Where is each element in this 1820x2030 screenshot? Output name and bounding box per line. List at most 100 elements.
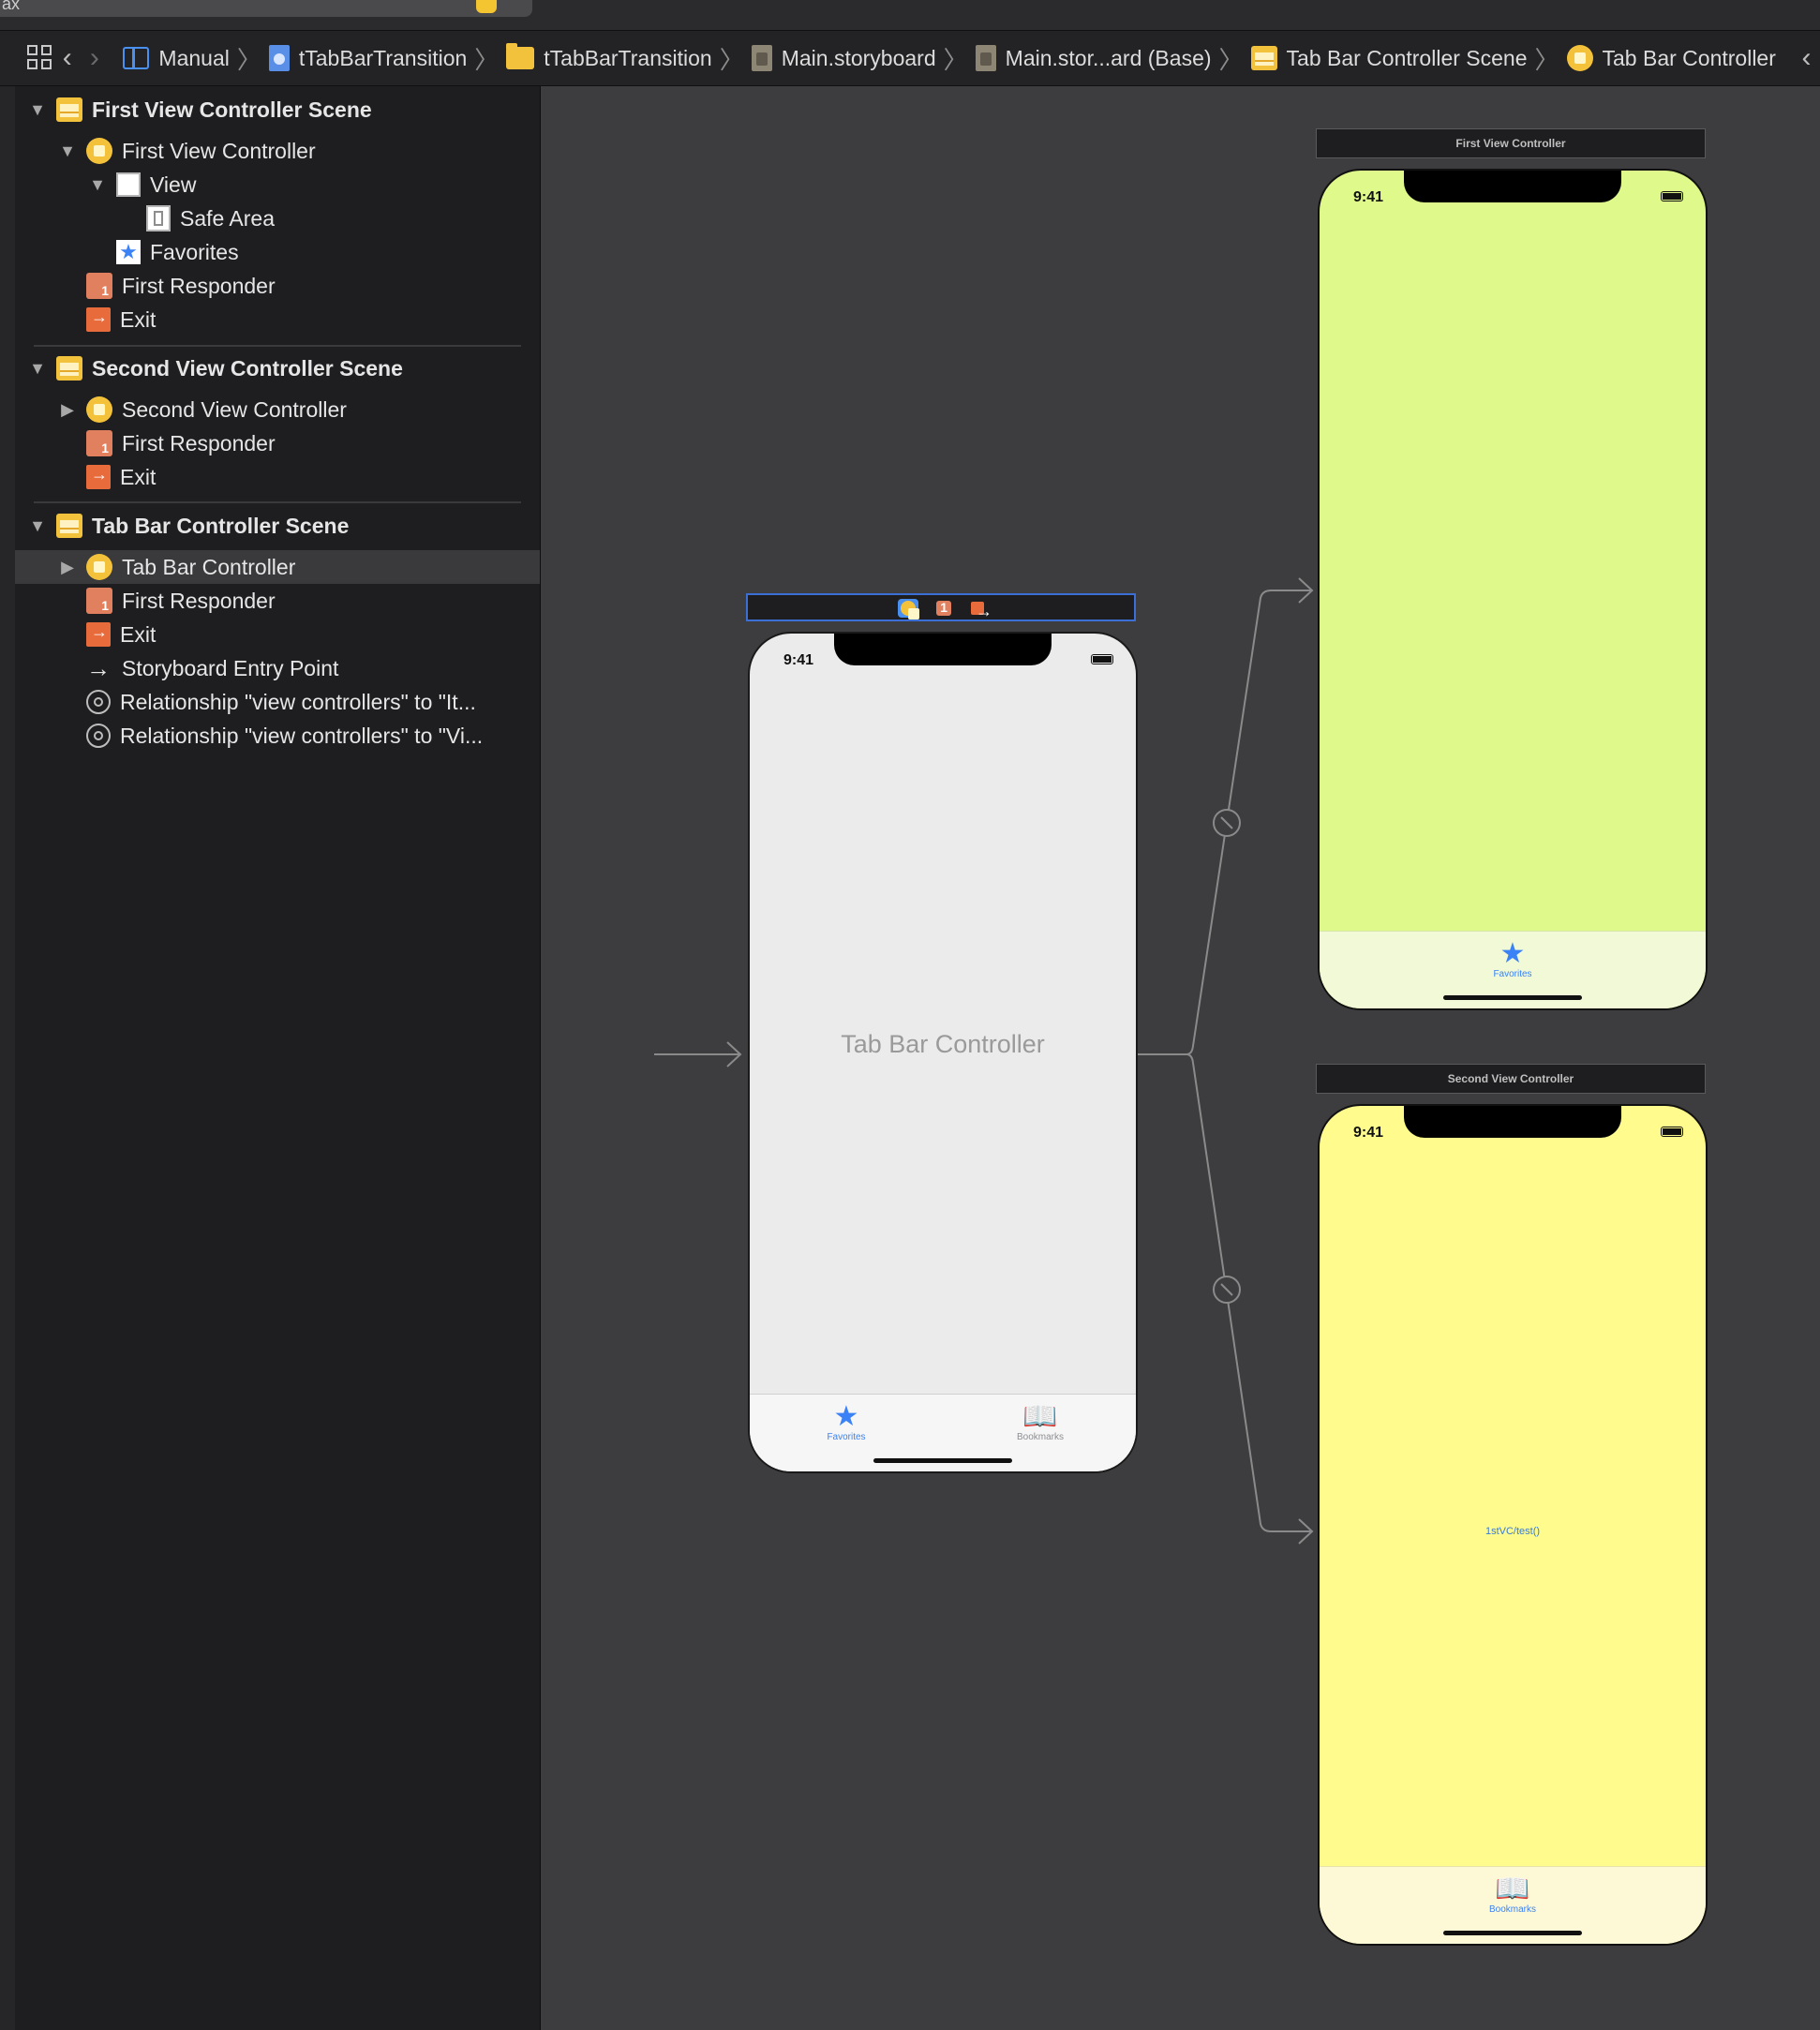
book-icon: 📖 bbox=[1022, 1401, 1058, 1432]
outline-item-favorites[interactable]: ★ Favorites bbox=[15, 235, 540, 269]
outline-item-first-vc[interactable]: ▼ First View Controller bbox=[15, 134, 540, 168]
chevron-left-icon: ‹ bbox=[1801, 42, 1812, 73]
disclosure-closed-icon[interactable]: ▶ bbox=[58, 400, 77, 420]
tab-bar: ★ Favorites 📖 Bookmarks bbox=[750, 1394, 1136, 1471]
disclosure-open-icon[interactable]: ▼ bbox=[88, 175, 107, 195]
safe-area-icon bbox=[146, 205, 171, 231]
jump-bar-back-button[interactable]: ‹ bbox=[1793, 39, 1820, 77]
scene-icon bbox=[56, 356, 82, 381]
document-outline: ▼ First View Controller Scene ▼ First Vi… bbox=[15, 86, 541, 2030]
star-icon: ★ bbox=[1499, 938, 1526, 969]
outline-item-entry-point[interactable]: → Storyboard Entry Point bbox=[15, 651, 540, 685]
scene-icon bbox=[56, 514, 82, 538]
relationship-icon bbox=[86, 724, 111, 748]
outline-label: Tab Bar Controller bbox=[122, 554, 296, 579]
disclosure-open-icon[interactable]: ▼ bbox=[28, 516, 47, 536]
storyboard-file-icon bbox=[975, 45, 996, 71]
book-icon: 📖 bbox=[1495, 1873, 1530, 1904]
star-icon: ★ bbox=[116, 240, 141, 264]
outline-label: First View Controller bbox=[122, 138, 316, 163]
related-items-button[interactable] bbox=[26, 39, 53, 77]
disclosure-open-icon[interactable]: ▼ bbox=[28, 100, 47, 120]
breadcrumb-separator: 〉 bbox=[474, 45, 500, 74]
tabbar-controller-device[interactable]: 9:41 Tab Bar Controller ★ Favorites 📖 Bo… bbox=[748, 632, 1138, 1473]
outline-label: Relationship "view controllers" to "Vi..… bbox=[120, 723, 484, 748]
relationship-icon bbox=[86, 690, 111, 714]
outline-item-exit[interactable]: Exit bbox=[15, 618, 540, 651]
disclosure-closed-icon[interactable]: ▶ bbox=[58, 558, 77, 577]
tab-label: Favorites bbox=[827, 1432, 866, 1442]
outline-scene-second[interactable]: ▼ Second View Controller Scene bbox=[15, 351, 540, 385]
outline-item-first-responder[interactable]: First Responder bbox=[15, 584, 540, 618]
breadcrumb-scene[interactable]: Tab Bar Controller Scene bbox=[1246, 46, 1533, 71]
tab-bookmarks[interactable]: 📖 Bookmarks bbox=[984, 1401, 1096, 1443]
outline-label: View bbox=[150, 172, 197, 197]
outline-label: First Responder bbox=[122, 588, 276, 613]
disclosure-open-icon[interactable]: ▼ bbox=[28, 359, 47, 379]
entry-arrow bbox=[654, 1041, 742, 1067]
first-responder-icon[interactable] bbox=[933, 599, 954, 618]
breadcrumb-label: Tab Bar Controller bbox=[1602, 45, 1776, 70]
outline-item-first-responder[interactable]: First Responder bbox=[15, 426, 540, 460]
scene-icon bbox=[1250, 46, 1277, 70]
outline-item-first-responder[interactable]: First Responder bbox=[15, 269, 540, 303]
battery-icon bbox=[1661, 1127, 1683, 1137]
arrow-right-icon: → bbox=[86, 654, 111, 682]
breadcrumb-label: tTabBarTransition bbox=[298, 45, 468, 70]
navigator-gutter bbox=[0, 86, 16, 2030]
outline-item-exit[interactable]: Exit bbox=[15, 460, 540, 494]
breadcrumb-folder[interactable]: tTabBarTransition bbox=[500, 43, 717, 71]
breadcrumb-storyboard-base[interactable]: Main.stor...ard (Base) bbox=[970, 45, 1217, 71]
outline-scene-tabbar[interactable]: ▼ Tab Bar Controller Scene bbox=[15, 509, 540, 543]
tab-favorites[interactable]: ★ Favorites bbox=[790, 1402, 903, 1443]
breadcrumb-label: Main.stor...ard (Base) bbox=[1005, 45, 1212, 70]
storyboard-canvas[interactable]: 9:41 Tab Bar Controller ★ Favorites 📖 Bo… bbox=[542, 86, 1820, 2030]
window-tab-strip: ax bbox=[0, 0, 1820, 30]
view-controller-icon[interactable] bbox=[898, 599, 919, 619]
forward-button[interactable]: › bbox=[81, 39, 108, 77]
folder-icon bbox=[506, 43, 535, 69]
tab-bar: ★ Favorites bbox=[1320, 931, 1706, 1008]
back-button[interactable]: ‹ bbox=[53, 39, 81, 77]
scene-header-second[interactable]: Second View Controller bbox=[1316, 1064, 1706, 1094]
outline-label: First View Controller Scene bbox=[92, 97, 372, 122]
breadcrumb-project[interactable]: tTabBarTransition bbox=[263, 45, 472, 71]
breadcrumb-separator: 〉 bbox=[719, 45, 744, 74]
warning-icon[interactable] bbox=[476, 0, 497, 13]
exit-icon bbox=[86, 307, 111, 332]
scene-dock[interactable] bbox=[746, 593, 1136, 621]
outline-label: Safe Area bbox=[180, 205, 276, 231]
outline-item-second-vc[interactable]: ▶ Second View Controller bbox=[15, 393, 540, 426]
status-time: 9:41 bbox=[1353, 189, 1384, 205]
disclosure-open-icon[interactable]: ▼ bbox=[58, 142, 77, 161]
outline-scene-first[interactable]: ▼ First View Controller Scene bbox=[15, 93, 540, 127]
first-vc-device[interactable]: 9:41 ★ Favorites bbox=[1318, 169, 1708, 1010]
second-vc-device[interactable]: 9:41 1stVC/test() 📖 Bookmarks bbox=[1318, 1104, 1708, 1946]
exit-icon[interactable] bbox=[967, 599, 992, 621]
outline-item-relationship-1[interactable]: Relationship "view controllers" to "It..… bbox=[15, 685, 540, 719]
status-time: 9:41 bbox=[1353, 1125, 1384, 1141]
exit-icon bbox=[86, 622, 111, 647]
outline-item-tabbar-controller[interactable]: ▶ Tab Bar Controller bbox=[15, 550, 540, 584]
breadcrumb-separator: 〉 bbox=[943, 45, 968, 74]
outline-item-view[interactable]: ▼ View bbox=[15, 168, 540, 202]
battery-icon bbox=[1091, 654, 1113, 664]
breadcrumb-storyboard[interactable]: Main.storyboard bbox=[746, 45, 942, 71]
editor-tab[interactable]: ax bbox=[0, 0, 532, 17]
outline-label: Second View Controller Scene bbox=[92, 355, 403, 381]
tab-favorites[interactable]: ★ Favorites bbox=[1456, 938, 1569, 980]
outline-label: Tab Bar Controller Scene bbox=[92, 513, 350, 538]
home-indicator bbox=[1443, 1931, 1582, 1935]
battery-icon bbox=[1661, 191, 1683, 202]
breadcrumb-controller[interactable]: Tab Bar Controller bbox=[1561, 45, 1782, 71]
breadcrumb-manual[interactable]: Manual bbox=[117, 46, 234, 71]
view-controller-icon bbox=[1566, 45, 1593, 71]
outline-item-exit[interactable]: Exit bbox=[15, 303, 540, 336]
tab-label: Bookmarks bbox=[1488, 1904, 1536, 1915]
grid-icon bbox=[26, 45, 53, 71]
outline-item-safe-area[interactable]: Safe Area bbox=[15, 202, 540, 235]
tab-bookmarks[interactable]: 📖 Bookmarks bbox=[1456, 1873, 1569, 1916]
scene-header-first[interactable]: First View Controller bbox=[1316, 128, 1706, 158]
outline-item-relationship-2[interactable]: Relationship "view controllers" to "Vi..… bbox=[15, 719, 540, 753]
outline-label: Exit bbox=[120, 621, 157, 647]
